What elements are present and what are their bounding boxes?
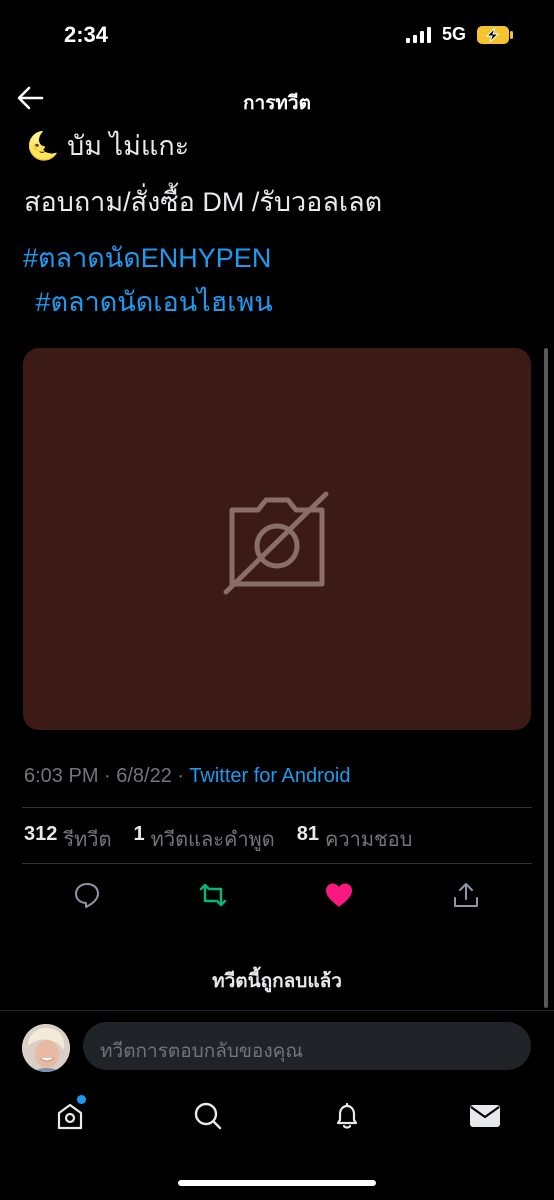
battery-charging-icon	[477, 25, 513, 44]
likes-label[interactable]: ความชอบ	[325, 823, 412, 855]
messages-icon	[470, 1105, 500, 1127]
nav-search[interactable]	[188, 1096, 228, 1136]
retweets-count[interactable]: 312	[24, 823, 57, 855]
deleted-notice: ทวีตนี้ถูกลบแล้ว	[212, 971, 342, 992]
search-icon	[194, 1102, 222, 1130]
divider	[22, 807, 532, 808]
avatar[interactable]	[22, 1024, 70, 1072]
notification-dot	[77, 1095, 86, 1104]
share-button[interactable]	[448, 878, 484, 912]
scrollbar[interactable]	[544, 348, 548, 1008]
heart-icon	[326, 883, 352, 907]
page-title: การทวีต	[243, 93, 311, 114]
home-icon	[57, 1103, 83, 1130]
notifications-icon	[336, 1102, 358, 1129]
retweet-icon	[199, 883, 227, 907]
tweet-timestamp: 6:03 PM · 6/8/22 · Twitter for Android	[24, 765, 350, 788]
status-time: 2:34	[64, 22, 109, 47]
likes-count[interactable]: 81	[297, 823, 319, 855]
quotes-count[interactable]: 1	[134, 823, 145, 855]
nav-messages[interactable]	[465, 1096, 505, 1136]
divider	[0, 1010, 554, 1011]
home-indicator	[178, 1180, 376, 1186]
tweet-stats: 312 รีทวีต 1 ทวีตและคำพูด 81 ความชอบ	[24, 823, 412, 855]
like-button[interactable]	[321, 878, 357, 912]
retweet-button[interactable]	[195, 878, 231, 912]
tweet-text-line: 🌜 บัม ไม่แกะ	[26, 131, 190, 161]
reply-icon	[75, 883, 99, 908]
reply-button[interactable]	[69, 878, 105, 912]
tweet-time-date: 6:03 PM · 6/8/22 ·	[24, 765, 190, 787]
network-type: 5G	[441, 24, 466, 44]
quotes-label[interactable]: ทวีตและคำพูด	[151, 823, 275, 855]
divider	[22, 863, 532, 864]
hashtag-link[interactable]: #ตลาดนัดENHYPEN	[23, 236, 271, 279]
media-unavailable-icon	[223, 491, 329, 595]
tweet-text-line: สอบถาม/สั่งซื้อ DM /รับวอลเลต	[24, 187, 383, 217]
nav-notifications[interactable]	[327, 1096, 367, 1136]
hashtag-link[interactable]: #ตลาดนัดเอนไฮเพน	[28, 280, 273, 323]
status-indicators: 5G	[405, 24, 514, 45]
share-icon	[454, 883, 478, 907]
reply-placeholder: ทวีตการตอบกลับของคุณ	[100, 1041, 303, 1062]
retweets-label[interactable]: รีทวีต	[63, 823, 111, 855]
signal-bars-icon	[405, 26, 431, 43]
tweet-source-link[interactable]: Twitter for Android	[189, 765, 350, 787]
